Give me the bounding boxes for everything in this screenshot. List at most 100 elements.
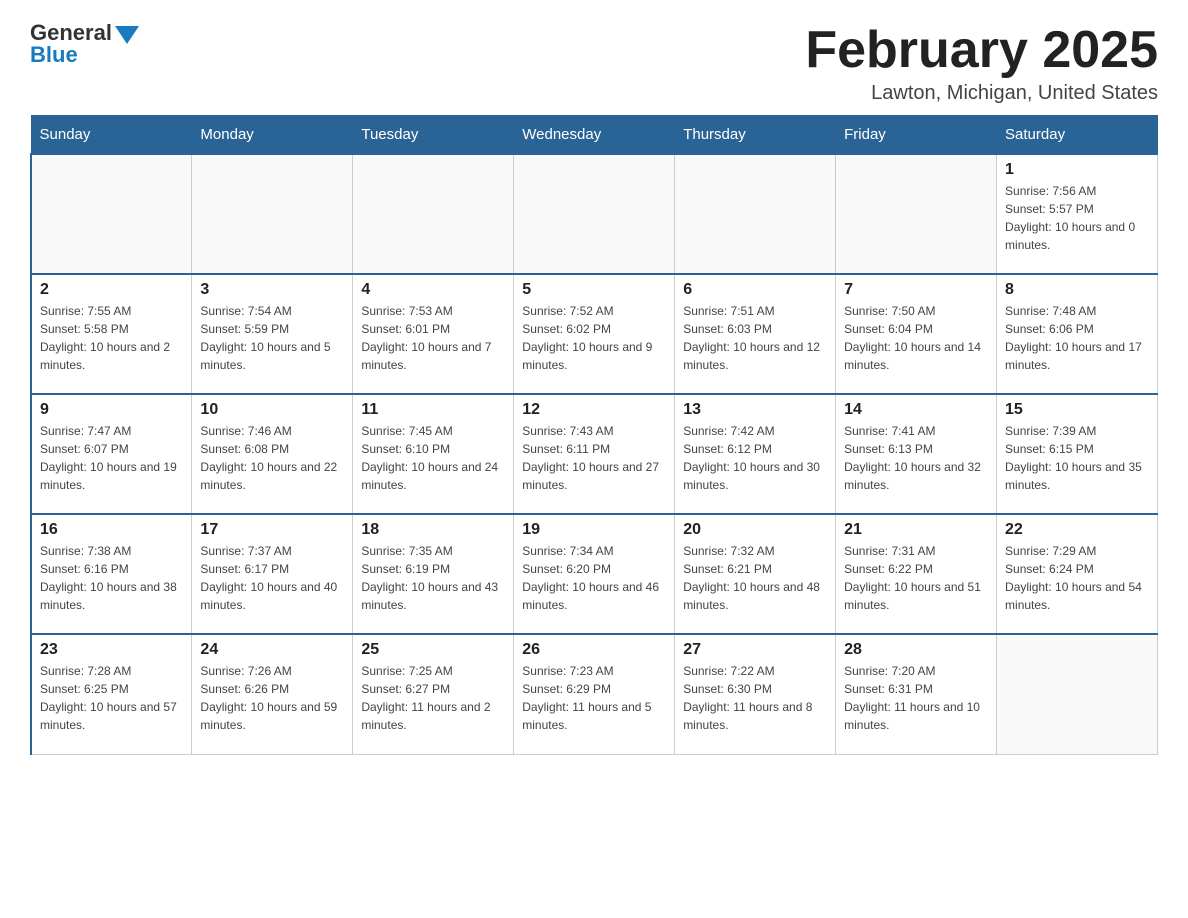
calendar-day-cell: 22 Sunrise: 7:29 AM Sunset: 6:24 PM Dayli… — [997, 514, 1158, 634]
day-info: Sunrise: 7:46 AM Sunset: 6:08 PM Dayligh… — [200, 422, 344, 494]
day-info: Sunrise: 7:53 AM Sunset: 6:01 PM Dayligh… — [361, 302, 505, 374]
day-of-week-header: Saturday — [997, 116, 1158, 155]
calendar-day-cell: 18 Sunrise: 7:35 AM Sunset: 6:19 PM Dayli… — [353, 514, 514, 634]
day-number: 23 — [40, 641, 183, 659]
calendar-day-cell — [997, 634, 1158, 754]
calendar-day-cell: 14 Sunrise: 7:41 AM Sunset: 6:13 PM Dayli… — [836, 394, 997, 514]
location-text: Lawton, Michigan, United States — [805, 82, 1158, 105]
calendar-day-cell — [192, 154, 353, 274]
day-number: 18 — [361, 521, 505, 539]
calendar-day-cell: 6 Sunrise: 7:51 AM Sunset: 6:03 PM Daylig… — [675, 274, 836, 394]
calendar-week-row: 23 Sunrise: 7:28 AM Sunset: 6:25 PM Dayli… — [31, 634, 1158, 754]
day-info: Sunrise: 7:52 AM Sunset: 6:02 PM Dayligh… — [522, 302, 666, 374]
day-info: Sunrise: 7:51 AM Sunset: 6:03 PM Dayligh… — [683, 302, 827, 374]
month-title: February 2025 — [805, 20, 1158, 80]
day-number: 4 — [361, 281, 505, 299]
day-number: 20 — [683, 521, 827, 539]
day-number: 24 — [200, 641, 344, 659]
day-info: Sunrise: 7:31 AM Sunset: 6:22 PM Dayligh… — [844, 542, 988, 614]
day-number: 19 — [522, 521, 666, 539]
calendar-day-cell — [836, 154, 997, 274]
calendar-day-cell: 2Sunrise: 7:55 AM Sunset: 5:58 PM Daylig… — [31, 274, 192, 394]
calendar-day-cell: 23 Sunrise: 7:28 AM Sunset: 6:25 PM Dayli… — [31, 634, 192, 754]
calendar-day-cell — [353, 154, 514, 274]
day-of-week-header: Friday — [836, 116, 997, 155]
calendar-day-cell: 9 Sunrise: 7:47 AM Sunset: 6:07 PM Daylig… — [31, 394, 192, 514]
day-info: Sunrise: 7:47 AM Sunset: 6:07 PM Dayligh… — [40, 422, 183, 494]
day-info: Sunrise: 7:50 AM Sunset: 6:04 PM Dayligh… — [844, 302, 988, 374]
day-number: 22 — [1005, 521, 1149, 539]
day-info: Sunrise: 7:23 AM Sunset: 6:29 PM Dayligh… — [522, 662, 666, 734]
day-info: Sunrise: 7:39 AM Sunset: 6:15 PM Dayligh… — [1005, 422, 1149, 494]
calendar-week-row: 2Sunrise: 7:55 AM Sunset: 5:58 PM Daylig… — [31, 274, 1158, 394]
calendar-day-cell: 20 Sunrise: 7:32 AM Sunset: 6:21 PM Dayli… — [675, 514, 836, 634]
day-info: Sunrise: 7:25 AM Sunset: 6:27 PM Dayligh… — [361, 662, 505, 734]
day-of-week-header: Thursday — [675, 116, 836, 155]
calendar-day-cell: 12 Sunrise: 7:43 AM Sunset: 6:11 PM Dayli… — [514, 394, 675, 514]
calendar-day-cell: 17 Sunrise: 7:37 AM Sunset: 6:17 PM Dayli… — [192, 514, 353, 634]
day-info: Sunrise: 7:28 AM Sunset: 6:25 PM Dayligh… — [40, 662, 183, 734]
day-number: 8 — [1005, 281, 1149, 299]
day-info: Sunrise: 7:45 AM Sunset: 6:10 PM Dayligh… — [361, 422, 505, 494]
day-number: 2 — [40, 281, 183, 299]
calendar-day-cell — [675, 154, 836, 274]
day-number: 10 — [200, 401, 344, 419]
day-number: 25 — [361, 641, 505, 659]
calendar-week-row: 1 Sunrise: 7:56 AM Sunset: 5:57 PM Daylig… — [31, 154, 1158, 274]
calendar-day-cell: 5 Sunrise: 7:52 AM Sunset: 6:02 PM Daylig… — [514, 274, 675, 394]
day-number: 1 — [1005, 161, 1149, 179]
day-info: Sunrise: 7:34 AM Sunset: 6:20 PM Dayligh… — [522, 542, 666, 614]
day-info: Sunrise: 7:41 AM Sunset: 6:13 PM Dayligh… — [844, 422, 988, 494]
day-number: 3 — [200, 281, 344, 299]
day-info: Sunrise: 7:42 AM Sunset: 6:12 PM Dayligh… — [683, 422, 827, 494]
calendar-day-cell: 19 Sunrise: 7:34 AM Sunset: 6:20 PM Dayli… — [514, 514, 675, 634]
calendar-table: SundayMondayTuesdayWednesdayThursdayFrid… — [30, 115, 1158, 755]
day-of-week-header: Tuesday — [353, 116, 514, 155]
day-number: 26 — [522, 641, 666, 659]
day-number: 6 — [683, 281, 827, 299]
day-number: 27 — [683, 641, 827, 659]
day-number: 12 — [522, 401, 666, 419]
calendar-day-cell: 13 Sunrise: 7:42 AM Sunset: 6:12 PM Dayli… — [675, 394, 836, 514]
logo-blue-text: Blue — [30, 42, 78, 68]
day-number: 28 — [844, 641, 988, 659]
calendar-day-cell: 4 Sunrise: 7:53 AM Sunset: 6:01 PM Daylig… — [353, 274, 514, 394]
calendar-day-cell — [514, 154, 675, 274]
day-info: Sunrise: 7:20 AM Sunset: 6:31 PM Dayligh… — [844, 662, 988, 734]
day-info: Sunrise: 7:35 AM Sunset: 6:19 PM Dayligh… — [361, 542, 505, 614]
calendar-week-row: 16 Sunrise: 7:38 AM Sunset: 6:16 PM Dayli… — [31, 514, 1158, 634]
calendar-day-cell: 25 Sunrise: 7:25 AM Sunset: 6:27 PM Dayli… — [353, 634, 514, 754]
day-info: Sunrise: 7:37 AM Sunset: 6:17 PM Dayligh… — [200, 542, 344, 614]
calendar-day-cell — [31, 154, 192, 274]
day-number: 21 — [844, 521, 988, 539]
calendar-header-row: SundayMondayTuesdayWednesdayThursdayFrid… — [31, 116, 1158, 155]
day-info: Sunrise: 7:56 AM Sunset: 5:57 PM Dayligh… — [1005, 182, 1149, 254]
day-number: 11 — [361, 401, 505, 419]
calendar-day-cell: 1 Sunrise: 7:56 AM Sunset: 5:57 PM Daylig… — [997, 154, 1158, 274]
day-of-week-header: Wednesday — [514, 116, 675, 155]
day-number: 13 — [683, 401, 827, 419]
page-header: General Blue February 2025 Lawton, Michi… — [30, 20, 1158, 105]
day-info: Sunrise: 7:26 AM Sunset: 6:26 PM Dayligh… — [200, 662, 344, 734]
calendar-week-row: 9 Sunrise: 7:47 AM Sunset: 6:07 PM Daylig… — [31, 394, 1158, 514]
day-info: Sunrise: 7:54 AM Sunset: 5:59 PM Dayligh… — [200, 302, 344, 374]
calendar-day-cell: 15Sunrise: 7:39 AM Sunset: 6:15 PM Dayli… — [997, 394, 1158, 514]
day-number: 9 — [40, 401, 183, 419]
calendar-day-cell: 16 Sunrise: 7:38 AM Sunset: 6:16 PM Dayli… — [31, 514, 192, 634]
day-of-week-header: Sunday — [31, 116, 192, 155]
day-number: 7 — [844, 281, 988, 299]
day-number: 17 — [200, 521, 344, 539]
calendar-day-cell: 3 Sunrise: 7:54 AM Sunset: 5:59 PM Daylig… — [192, 274, 353, 394]
day-number: 14 — [844, 401, 988, 419]
calendar-day-cell: 24 Sunrise: 7:26 AM Sunset: 6:26 PM Dayli… — [192, 634, 353, 754]
day-number: 16 — [40, 521, 183, 539]
day-info: Sunrise: 7:22 AM Sunset: 6:30 PM Dayligh… — [683, 662, 827, 734]
day-number: 5 — [522, 281, 666, 299]
title-section: February 2025 Lawton, Michigan, United S… — [805, 20, 1158, 105]
day-info: Sunrise: 7:43 AM Sunset: 6:11 PM Dayligh… — [522, 422, 666, 494]
day-of-week-header: Monday — [192, 116, 353, 155]
day-info: Sunrise: 7:32 AM Sunset: 6:21 PM Dayligh… — [683, 542, 827, 614]
calendar-day-cell: 10 Sunrise: 7:46 AM Sunset: 6:08 PM Dayli… — [192, 394, 353, 514]
day-info: Sunrise: 7:38 AM Sunset: 6:16 PM Dayligh… — [40, 542, 183, 614]
day-info: Sunrise: 7:29 AM Sunset: 6:24 PM Dayligh… — [1005, 542, 1149, 614]
